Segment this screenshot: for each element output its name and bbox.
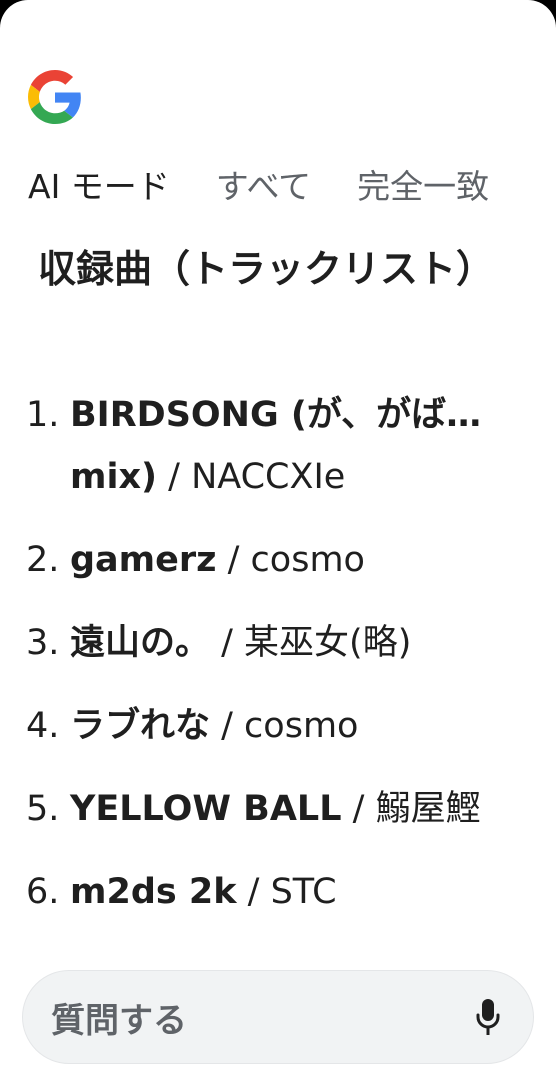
track-title: gamerz [70,540,217,580]
track-artist: / 某巫女(略) [210,623,412,663]
track-item: 5. YELLOW BALL / 鰯屋鰹 [26,778,536,840]
search-mode-tabs: AI モード すべて 完全一致 [28,160,489,208]
tab-all[interactable]: すべて [216,160,311,208]
track-title: 遠山の。 [70,623,211,663]
track-title: YELLOW BALL [70,789,342,829]
ask-input-bar[interactable]: 質問する [22,970,534,1064]
track-item: 1. BIRDSONG (が、がば… mix) / NACCXIe [26,384,536,508]
ask-input[interactable]: 質問する [51,993,473,1042]
track-number: 2. [26,540,60,580]
track-artist: / 鰯屋鰹 [341,789,481,829]
tab-ai-mode[interactable]: AI モード [28,160,170,208]
tracklist: 1. BIRDSONG (が、がば… mix) / NACCXIe 2. gam… [26,384,536,944]
track-number: 5. [26,789,60,829]
track-artist: / cosmo [216,540,365,580]
track-title: ラブれな [70,706,211,746]
tab-exact-match[interactable]: 完全一致 [357,160,489,208]
track-artist: / NACCXIe [157,457,346,497]
track-item: 6. m2ds 2k / STC [26,861,536,923]
track-artist: / cosmo [210,706,359,746]
track-number: 1. [26,395,60,435]
track-number: 6. [26,872,60,912]
track-title: m2ds 2k [70,872,237,912]
ai-mode-sheet: AI モード すべて 完全一致 収録曲（トラックリスト） 1. BIRDSONG… [0,0,556,1080]
track-number: 4. [26,706,60,746]
track-number: 3. [26,623,60,663]
track-artist: / STC [236,872,337,912]
google-g-icon [28,70,81,124]
track-item: 4. ラブれな / cosmo [26,695,536,757]
microphone-icon[interactable] [473,997,503,1037]
track-item: 2. gamerz / cosmo [26,529,536,591]
track-item: 3. 遠山の。 / 某巫女(略) [26,612,536,674]
tracklist-heading: 収録曲（トラックリスト） [38,247,495,291]
